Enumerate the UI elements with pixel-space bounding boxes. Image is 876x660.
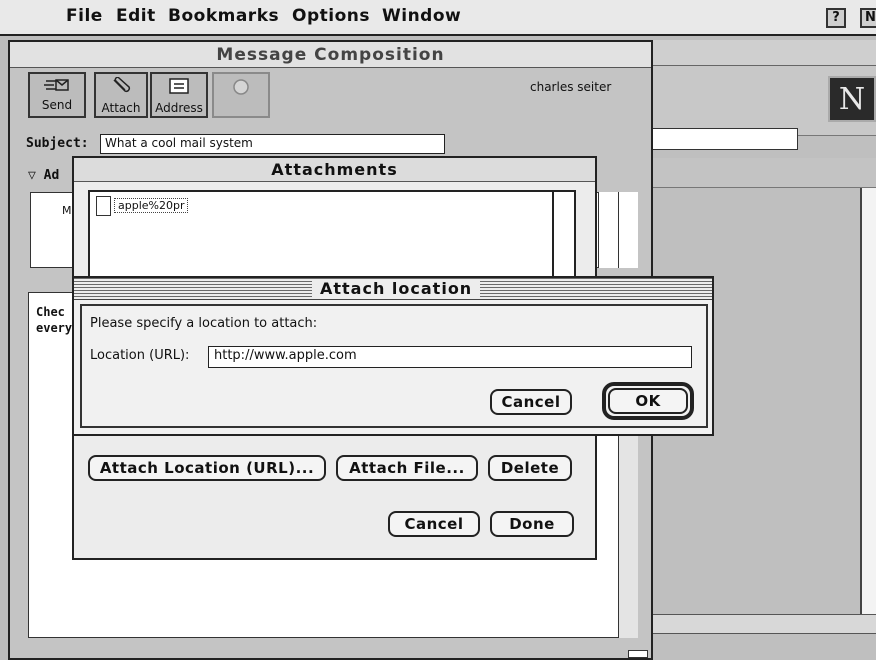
message-body-text: Chec every: [36, 304, 72, 336]
stop-icon: [214, 77, 268, 101]
location-label: Location (URL):: [90, 348, 190, 363]
attachments-cancel-button[interactable]: Cancel: [388, 511, 480, 537]
browser-directory-bar: [650, 158, 876, 188]
subject-label: Subject:: [26, 136, 89, 151]
address-label: Address: [155, 101, 203, 115]
help-icon[interactable]: ?: [826, 8, 846, 28]
addressing-scrollbar[interactable]: [598, 192, 618, 268]
document-icon: [96, 196, 111, 216]
application-menu-icon[interactable]: N: [860, 8, 876, 28]
ok-button[interactable]: OK: [608, 388, 688, 414]
address-button[interactable]: Address: [150, 72, 208, 118]
location-prompt: Please specify a location to attach:: [90, 316, 318, 331]
paperclip-icon: [96, 76, 146, 99]
attachment-item[interactable]: apple%20pr: [114, 198, 189, 213]
addressing-field-label: M: [62, 204, 72, 217]
addressing-scrollbar-secondary[interactable]: [618, 192, 638, 268]
attachments-title: Attachments: [74, 158, 595, 182]
dialog-title: Attach location: [312, 279, 481, 299]
send-button[interactable]: Send: [28, 72, 86, 118]
attachments-list-scrollbar[interactable]: [552, 192, 574, 280]
stop-button[interactable]: [212, 72, 270, 118]
done-button[interactable]: Done: [490, 511, 574, 537]
attach-location-button[interactable]: Attach Location (URL)...: [88, 455, 326, 481]
menu-window[interactable]: Window: [382, 6, 461, 26]
address-book-icon: [152, 77, 206, 99]
menu-options[interactable]: Options: [292, 6, 370, 26]
send-icon: [30, 77, 84, 96]
resize-box[interactable]: [628, 650, 648, 658]
browser-title-bar: [650, 40, 876, 66]
body-line-2: every: [36, 321, 73, 335]
attach-file-button[interactable]: Attach File...: [336, 455, 478, 481]
netscape-logo[interactable]: N: [828, 76, 876, 122]
browser-scrollbar[interactable]: [860, 188, 876, 618]
attach-label: Attach: [101, 101, 141, 115]
menu-edit[interactable]: Edit: [116, 6, 156, 26]
send-label: Send: [41, 98, 73, 112]
subject-input[interactable]: What a cool mail system: [100, 134, 445, 154]
browser-status-bar: [650, 614, 876, 634]
menu-bookmarks[interactable]: Bookmarks: [168, 6, 279, 26]
browser-location-field[interactable]: [650, 128, 798, 150]
location-cancel-button[interactable]: Cancel: [490, 389, 572, 415]
body-line-1: Chec: [36, 305, 65, 319]
attach-button[interactable]: Attach: [94, 72, 148, 118]
location-url-input[interactable]: http://www.apple.com: [208, 346, 692, 368]
sender-name: charles seiter: [530, 80, 612, 94]
menu-file[interactable]: File: [66, 6, 103, 26]
addressing-toggle[interactable]: ▽ Ad: [28, 168, 59, 183]
window-title[interactable]: Message Composition: [10, 42, 651, 68]
delete-button[interactable]: Delete: [488, 455, 572, 481]
